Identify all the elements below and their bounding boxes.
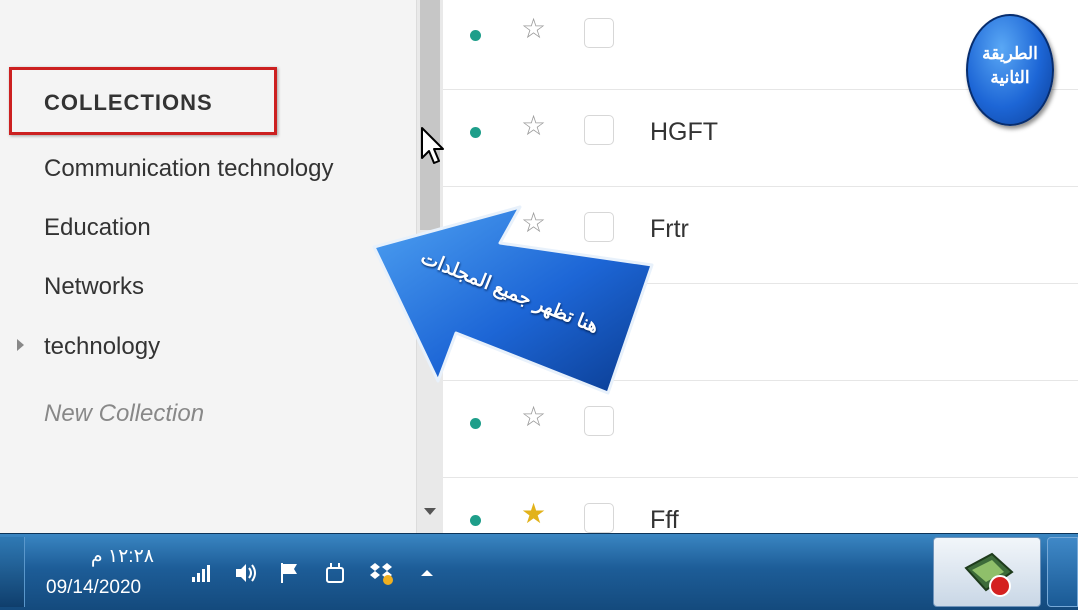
select-checkbox[interactable] <box>584 406 614 436</box>
flag-icon[interactable] <box>277 560 303 586</box>
taskbar-app-button-2[interactable] <box>1047 537 1078 607</box>
power-icon[interactable] <box>322 560 348 586</box>
select-checkbox[interactable] <box>584 18 614 48</box>
unread-dot-icon[interactable] <box>470 127 481 138</box>
collections-sidebar: COLLECTIONS Communication technology Edu… <box>0 0 416 533</box>
signal-icon[interactable] <box>189 560 215 586</box>
clock-time[interactable]: ١٢:٢٨ م <box>60 545 154 568</box>
star-icon[interactable]: ☆ <box>521 15 549 43</box>
taskbar-left-edge[interactable] <box>0 537 25 607</box>
message-subject[interactable]: Fff <box>650 506 679 535</box>
volume-icon[interactable] <box>233 560 259 586</box>
scrollbar-thumb[interactable] <box>420 0 440 230</box>
unread-dot-icon[interactable] <box>470 418 481 429</box>
message-subject[interactable]: HGFT <box>650 118 718 147</box>
dropbox-icon[interactable] <box>368 560 394 586</box>
select-checkbox[interactable] <box>584 115 614 145</box>
collection-item-networks[interactable]: Networks <box>44 273 144 301</box>
unread-dot-icon[interactable] <box>470 515 481 526</box>
select-checkbox[interactable] <box>584 503 614 533</box>
collections-header[interactable]: COLLECTIONS <box>44 90 213 116</box>
unread-dot-icon[interactable] <box>470 30 481 41</box>
new-collection-link[interactable]: New Collection <box>44 400 204 428</box>
method-badge: الطريقة الثانية <box>966 14 1054 126</box>
star-icon[interactable]: ☆ <box>521 112 549 140</box>
taskbar-app-button[interactable] <box>933 537 1041 607</box>
windows-taskbar: ١٢:٢٨ م 09/14/2020 <box>0 533 1078 610</box>
mouse-cursor-icon <box>421 127 444 164</box>
badge-text-line1: الطريقة <box>982 44 1038 63</box>
collection-item-education[interactable]: Education <box>44 214 151 242</box>
scroll-down-arrow-icon[interactable] <box>424 508 436 515</box>
app-icon <box>964 552 1014 597</box>
expand-arrow-icon[interactable] <box>17 339 24 351</box>
star-icon[interactable]: ☆ <box>521 403 549 431</box>
badge-text-line2: الثانية <box>990 68 1030 87</box>
collection-item-communication-technology[interactable]: Communication technology <box>44 155 334 183</box>
collection-item-technology[interactable]: technology <box>44 333 160 361</box>
clock-date[interactable]: 09/14/2020 <box>46 577 141 599</box>
star-filled-icon[interactable]: ★ <box>521 500 549 528</box>
show-hidden-icons-chevron-icon[interactable] <box>414 560 440 586</box>
